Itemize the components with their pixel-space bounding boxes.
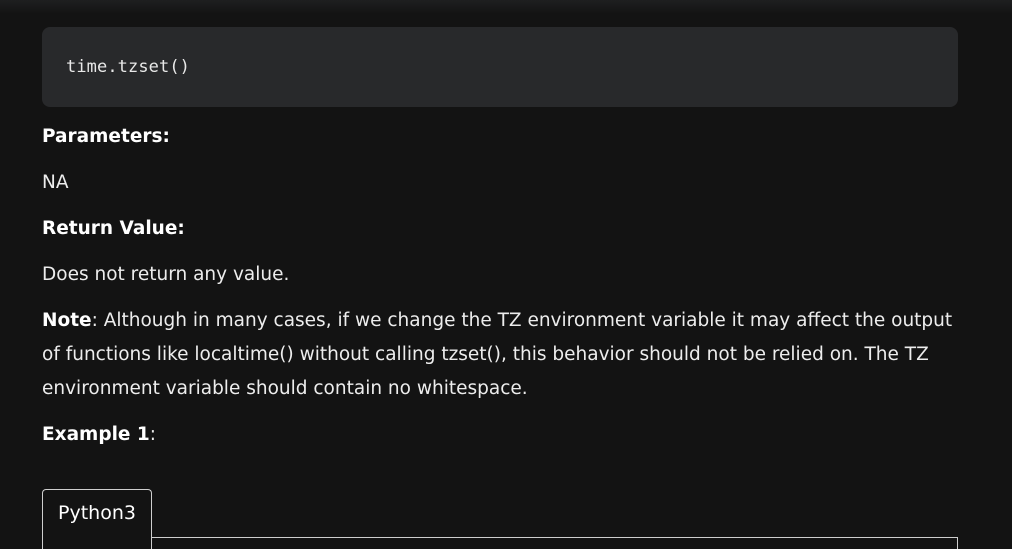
note-paragraph: Note: Although in many cases, if we chan… bbox=[42, 304, 958, 406]
article-content: time.tzset() Parameters: NA Return Value… bbox=[42, 27, 958, 452]
syntax-code: time.tzset() bbox=[66, 57, 191, 77]
syntax-code-block: time.tzset() bbox=[42, 27, 958, 107]
tab-panel-edge bbox=[957, 537, 958, 549]
tab-python3[interactable]: Python3 bbox=[42, 489, 152, 549]
code-language-tabs: Python3 bbox=[42, 489, 958, 549]
parameters-heading: Parameters: bbox=[42, 126, 170, 147]
example-suffix: : bbox=[149, 424, 157, 445]
note-label: Note bbox=[42, 310, 92, 331]
tab-divider bbox=[152, 537, 958, 538]
parameters-value: NA bbox=[42, 172, 69, 193]
example-heading: Example 1: bbox=[42, 418, 958, 452]
return-value-text: Does not return any value. bbox=[42, 264, 290, 285]
top-edge-shadow bbox=[0, 0, 1012, 14]
tab-python3-label: Python3 bbox=[58, 502, 136, 524]
example-label: Example 1 bbox=[42, 424, 150, 445]
note-text: : Although in many cases, if we change t… bbox=[42, 310, 953, 399]
return-value-heading: Return Value: bbox=[42, 218, 185, 239]
